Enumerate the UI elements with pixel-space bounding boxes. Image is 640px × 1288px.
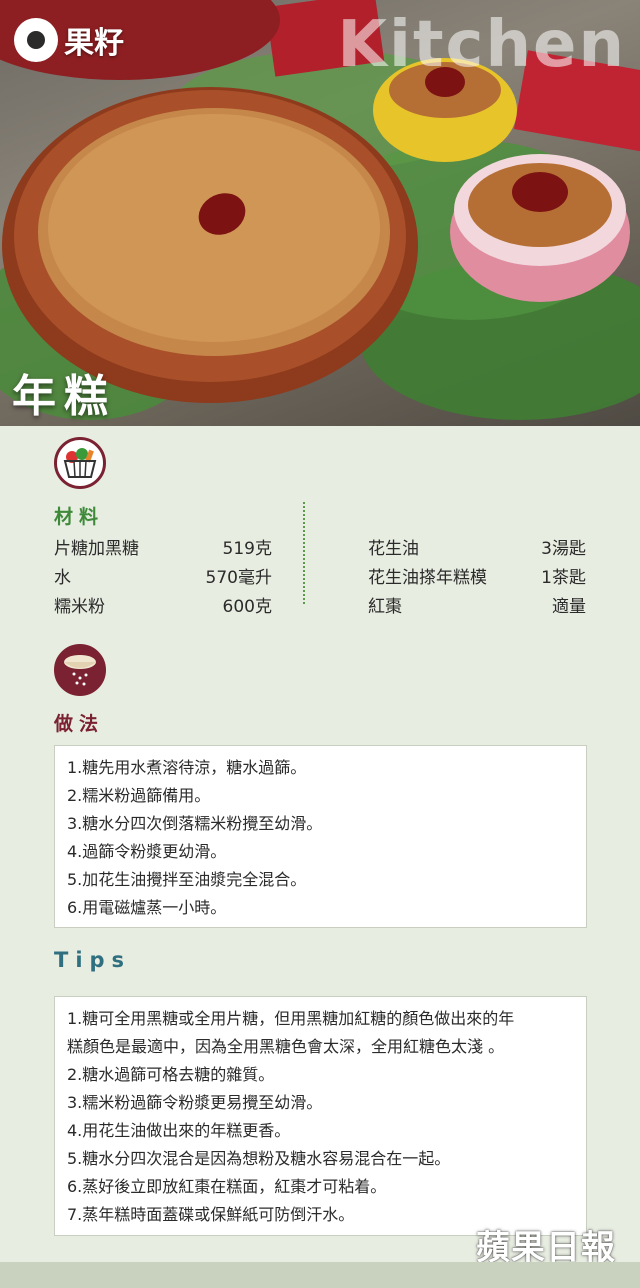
- ingredient-row: 花生油 3湯匙: [368, 534, 586, 559]
- ingredient-qty: 1茶匙: [541, 568, 586, 588]
- tip-line: 3.糯米粉過篩令粉漿更易攪至幼滑。: [67, 1093, 323, 1112]
- method-step: 2.糯米粉過篩備用。: [67, 786, 211, 805]
- ingredients-divider: [303, 502, 305, 604]
- ingredient-name: 花生油: [368, 539, 419, 559]
- brand-logo-icon: [14, 18, 58, 62]
- kitchen-watermark: Kitchen: [337, 8, 626, 82]
- ingredient-name: 紅棗: [368, 597, 402, 617]
- hero-photo: 果籽 Kitchen 年糕: [0, 0, 640, 426]
- ingredient-row: 花生油搽年糕模 1茶匙: [368, 563, 586, 588]
- flour-sieve-icon: [54, 644, 106, 696]
- brand: 果籽: [14, 18, 124, 62]
- vegetable-basket-icon: [54, 437, 106, 489]
- tip-line: 7.蒸年糕時面蓋碟或保鮮紙可防倒汗水。: [67, 1205, 355, 1224]
- ingredient-qty: 600克: [222, 597, 272, 617]
- ingredient-qty: 3湯匙: [541, 539, 586, 559]
- ingredient-row: 紅棗 適量: [368, 592, 586, 617]
- method-step: 1.糖先用水煮溶待涼，糖水過篩。: [67, 758, 307, 777]
- tips-heading: Tips: [54, 948, 132, 972]
- method-step: 5.加花生油攪拌至油漿完全混合。: [67, 870, 307, 889]
- ingredients-heading: 材料: [54, 506, 105, 528]
- method-step: 3.糖水分四次倒落糯米粉攪至幼滑。: [67, 814, 323, 833]
- tip-line: 2.糖水過篩可格去糖的雜質。: [67, 1065, 275, 1084]
- tip-line: 5.糖水分四次混合是因為想粉及糖水容易混合在一起。: [67, 1149, 451, 1168]
- ingredient-name: 片糖加黑糖: [54, 539, 139, 559]
- method-step: 4.過篩令粉漿更幼滑。: [67, 842, 227, 861]
- method-steps-box: 1.糖先用水煮溶待涼，糖水過篩。 2.糯米粉過篩備用。 3.糖水分四次倒落糯米粉…: [54, 745, 587, 928]
- ingredient-row: 糯米粉 600克: [54, 592, 272, 617]
- tip-line: 4.用花生油做出來的年糕更香。: [67, 1121, 291, 1140]
- ingredient-name: 水: [54, 568, 71, 588]
- method-heading: 做法: [54, 713, 105, 735]
- brand-name: 果籽: [64, 26, 124, 61]
- tip-line: 1.糖可全用黑糖或全用片糖，但用黑糖加紅糖的顏色做出來的年: [67, 1009, 515, 1028]
- dish-title: 年糕: [12, 371, 116, 422]
- ingredient-row: 水 570毫升: [54, 563, 272, 588]
- ingredient-qty: 適量: [552, 597, 586, 617]
- ingredient-row: 片糖加黑糖 519克: [54, 534, 272, 559]
- ingredient-qty: 519克: [222, 539, 272, 559]
- ingredient-name: 糯米粉: [54, 597, 105, 617]
- tip-line: 糕顏色是最適中，因為全用黑糖色會太深，全用紅糖色太淺 。: [67, 1037, 505, 1056]
- method-step: 6.用電磁爐蒸一小時。: [67, 898, 227, 917]
- ingredient-qty: 570毫升: [205, 568, 272, 588]
- tips-box: 1.糖可全用黑糖或全用片糖，但用黑糖加紅糖的顏色做出來的年 糕顏色是最適中，因為…: [54, 996, 587, 1236]
- ingredient-name: 花生油搽年糕模: [368, 568, 487, 588]
- tip-line: 6.蒸好後立即放紅棗在糕面，紅棗才可粘着。: [67, 1177, 387, 1196]
- footer-band: [0, 1262, 640, 1288]
